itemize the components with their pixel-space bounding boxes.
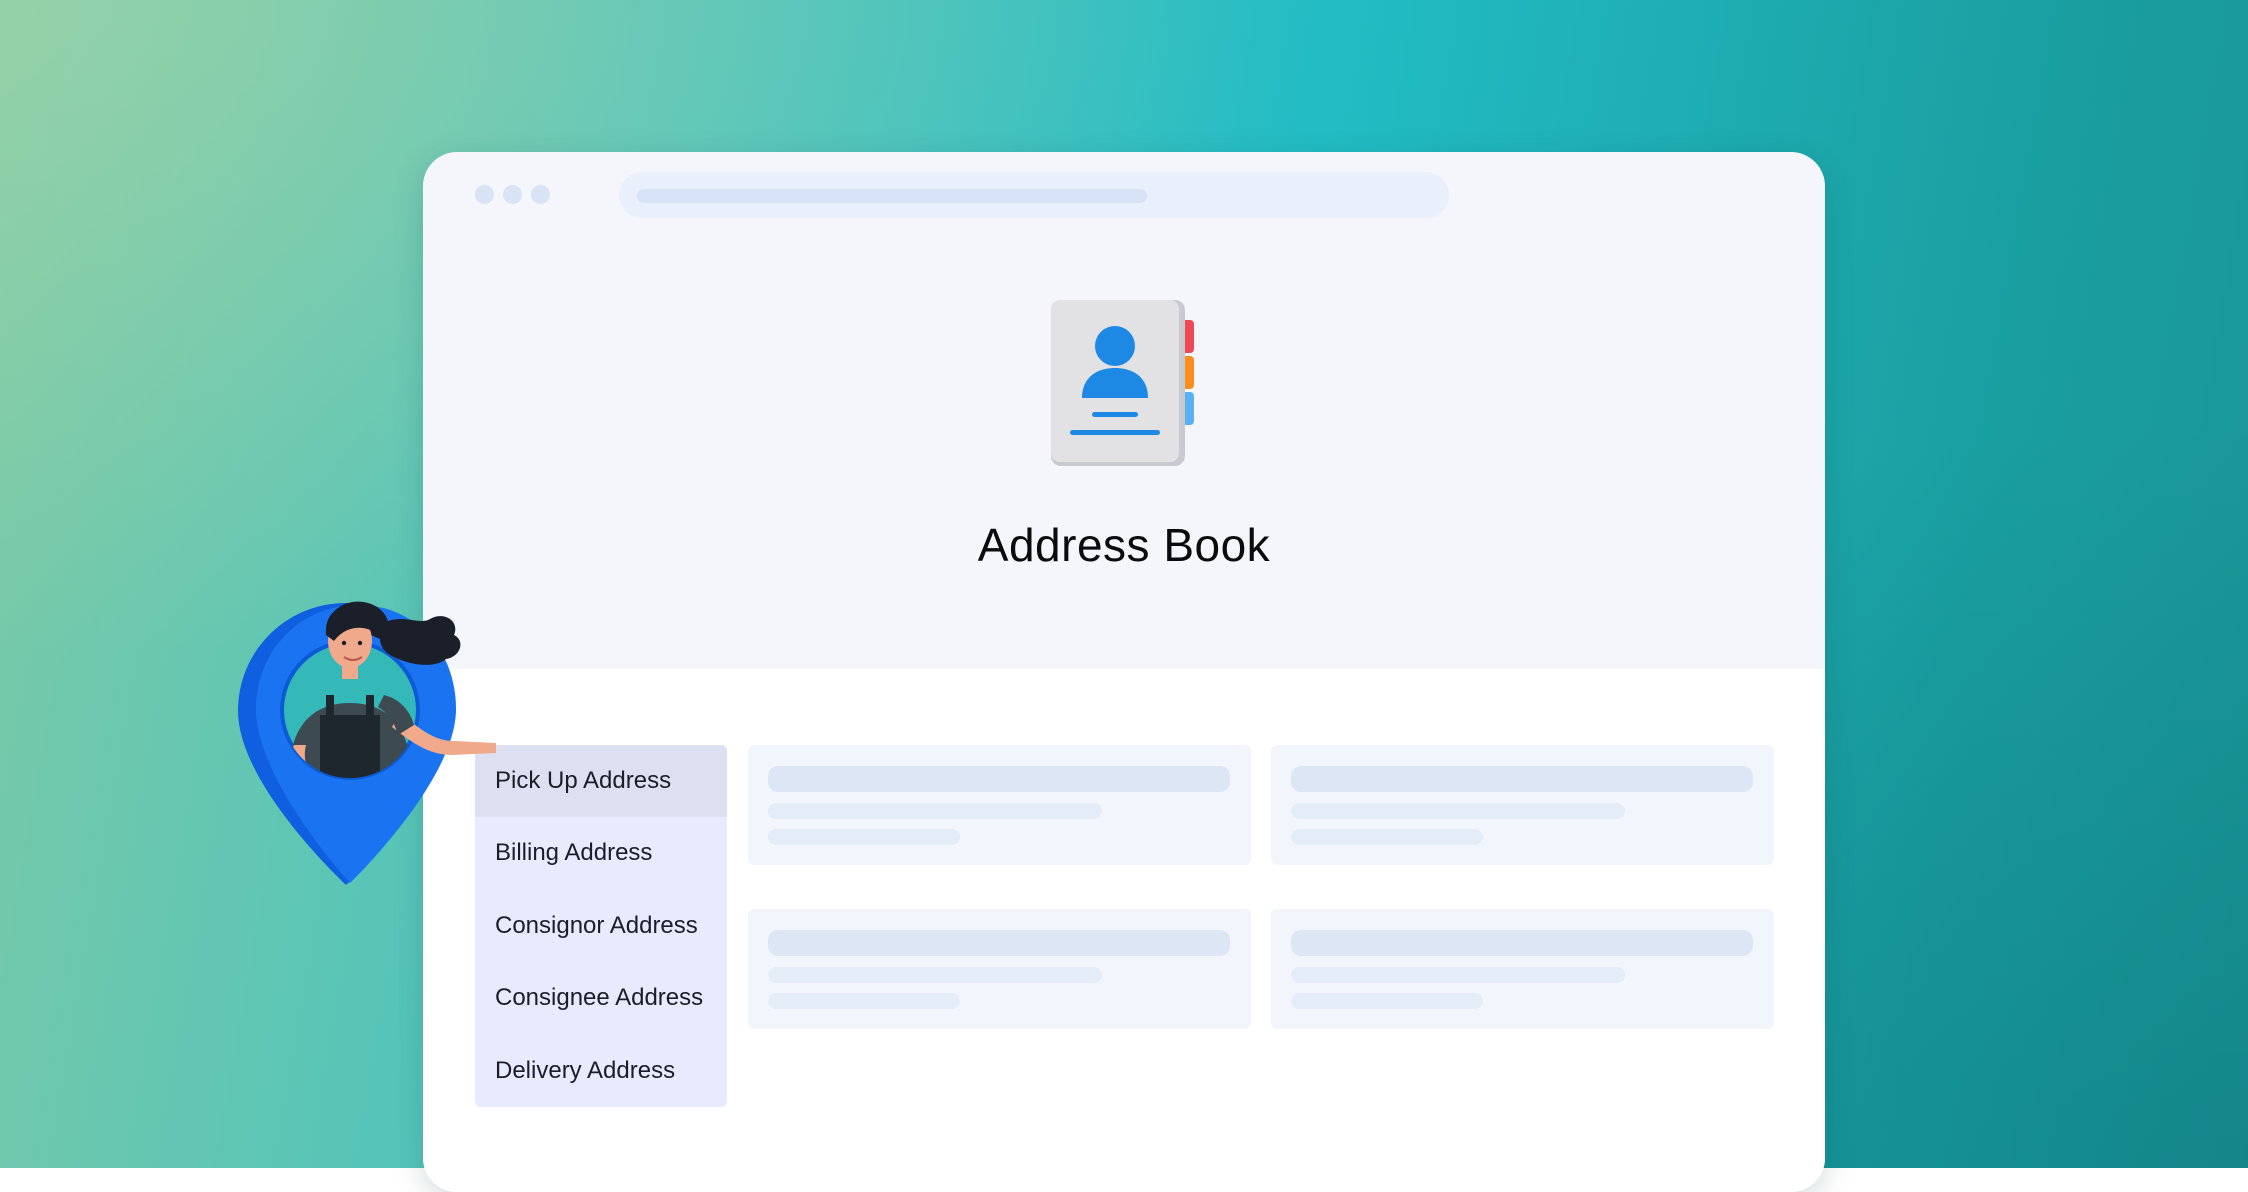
placeholder-line <box>1291 766 1753 792</box>
address-bar[interactable] <box>619 172 1449 218</box>
address-card-placeholder[interactable] <box>1271 909 1774 1029</box>
address-card-placeholder[interactable] <box>1271 745 1774 865</box>
window-dot[interactable] <box>475 185 494 204</box>
tab-consignor-address[interactable]: Consignor Address <box>475 890 727 962</box>
tab-billing-address[interactable]: Billing Address <box>475 817 727 889</box>
content-panel: Pick Up Address Billing Address Consigno… <box>423 669 1825 1192</box>
window-controls <box>475 185 550 204</box>
placeholder-line <box>768 829 960 845</box>
placeholder-line <box>1291 829 1483 845</box>
placeholder-line <box>768 993 960 1009</box>
window-dot[interactable] <box>503 185 522 204</box>
window-dot[interactable] <box>531 185 550 204</box>
address-type-list: Pick Up Address Billing Address Consigno… <box>475 745 727 1107</box>
placeholder-line <box>1291 967 1625 983</box>
placeholder-line <box>768 930 1230 956</box>
location-pin-icon <box>238 601 496 885</box>
address-book-icon <box>1051 300 1194 466</box>
tab-delivery-address[interactable]: Delivery Address <box>475 1035 727 1107</box>
placeholder-line <box>1291 803 1625 819</box>
address-bar-placeholder-line <box>637 189 1147 203</box>
placeholder-line <box>768 803 1102 819</box>
browser-window: Address Book Pick Up Address Billing Add… <box>423 152 1825 1192</box>
page-title: Address Book <box>977 519 1271 571</box>
placeholder-line <box>768 766 1230 792</box>
tab-consignee-address[interactable]: Consignee Address <box>475 962 727 1034</box>
placeholder-line <box>768 967 1102 983</box>
address-card-placeholder[interactable] <box>748 909 1251 1029</box>
address-card-placeholder[interactable] <box>748 745 1251 865</box>
tab-pick-up-address[interactable]: Pick Up Address <box>475 745 727 818</box>
placeholder-line <box>1291 993 1483 1009</box>
placeholder-line <box>1291 930 1753 956</box>
